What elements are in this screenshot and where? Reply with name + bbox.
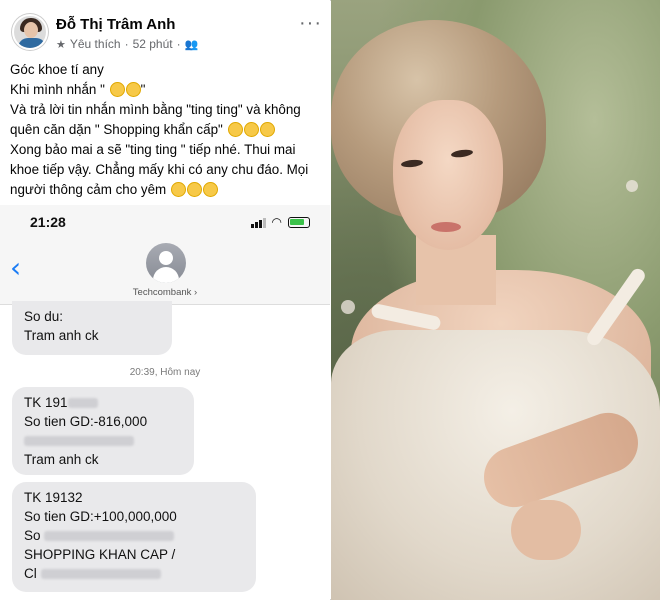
photo-hand xyxy=(511,500,581,560)
message-line: Tram anh ck xyxy=(24,452,99,467)
emoji-icon xyxy=(109,82,125,97)
post-line: quên căn dặn " Shopping khẩn cấp" xyxy=(10,120,324,140)
post-header: Đỗ Thị Trâm Anh ★ Yêu thích · 52 phút · … xyxy=(8,10,326,54)
contact-avatar-icon[interactable] xyxy=(146,243,186,283)
message-line: Tram anh ck xyxy=(24,328,99,343)
reaction-label: Yêu thích xyxy=(69,37,121,51)
post-line: Khi mình nhắn " " xyxy=(10,82,146,97)
battery-icon xyxy=(288,216,310,228)
emoji-icon xyxy=(170,182,186,197)
post-line: Góc khoe tí any xyxy=(10,62,104,77)
status-icons: ◠ xyxy=(250,215,310,229)
meta-separator-2: · xyxy=(176,37,181,51)
post-line: Và trả lời tin nhắn mình bằng "ting ting… xyxy=(10,102,301,117)
message-bubble[interactable]: TK 191 So tien GD:-816,000 Tram anh ck xyxy=(12,387,194,475)
portrait-photo xyxy=(331,0,660,600)
post-line: người thông cảm cho yêm xyxy=(10,180,324,200)
emoji-icon xyxy=(259,122,275,137)
phone-screenshot: 21:28 ◠ ‹ Techcombank › So du: Tram anh … xyxy=(0,205,330,600)
signal-icon xyxy=(250,217,266,228)
message-line xyxy=(24,431,182,450)
message-bubble[interactable]: TK 19132 So tien GD:+100,000,000 So SHOP… xyxy=(12,482,256,592)
message-line: TK 191 xyxy=(24,393,182,412)
friends-icon: 👥 xyxy=(184,38,199,51)
author-avatar[interactable] xyxy=(12,14,48,50)
post-meta: ★ Yêu thích · 52 phút · 👥 xyxy=(56,37,198,51)
status-bar: 21:28 ◠ xyxy=(0,205,330,241)
message-line: So tien GD:+100,000,000 xyxy=(24,509,177,524)
author-name[interactable]: Đỗ Thị Trâm Anh xyxy=(56,16,175,33)
flower-decoration xyxy=(341,300,355,314)
message-bubble[interactable]: So du: Tram anh ck xyxy=(12,301,172,355)
back-chevron-icon[interactable]: ‹ xyxy=(10,251,21,284)
emoji-icon xyxy=(186,182,202,197)
status-time: 21:28 xyxy=(30,214,66,230)
photo-lips xyxy=(431,222,461,232)
wifi-icon: ◠ xyxy=(271,215,282,229)
emoji-icon xyxy=(125,82,141,97)
message-line: TK 19132 xyxy=(24,490,83,505)
message-line: So du: xyxy=(24,309,64,324)
post-line: khoe tiếp vậy. Chẳng mấy khi có any chu … xyxy=(10,162,309,177)
post-line: Xong bảo mai a sẽ "ting ting " tiếp nhé.… xyxy=(10,142,296,157)
message-line: Cl xyxy=(24,564,244,583)
emoji-icon xyxy=(227,122,243,137)
message-line: So xyxy=(24,526,244,545)
emoji-icon xyxy=(243,122,259,137)
post-text: Góc khoe tí any Khi mình nhắn " " Và trả… xyxy=(10,60,324,200)
facebook-post: Đỗ Thị Trâm Anh ★ Yêu thích · 52 phút · … xyxy=(0,0,330,600)
message-line: SHOPPING KHAN CAP / xyxy=(24,547,176,562)
message-timestamp: 20:39, Hôm nay xyxy=(129,367,201,378)
post-time[interactable]: 52 phút xyxy=(133,37,173,51)
flower-decoration xyxy=(626,180,638,192)
message-line: So tien GD:-816,000 xyxy=(24,414,148,429)
emoji-icon xyxy=(202,182,218,197)
contact-name[interactable]: Techcombank › xyxy=(0,287,330,298)
message-header: ‹ Techcombank › xyxy=(0,241,330,305)
star-icon: ★ xyxy=(56,38,66,51)
meta-separator: · xyxy=(124,37,129,51)
more-icon[interactable]: ··· xyxy=(299,12,322,35)
